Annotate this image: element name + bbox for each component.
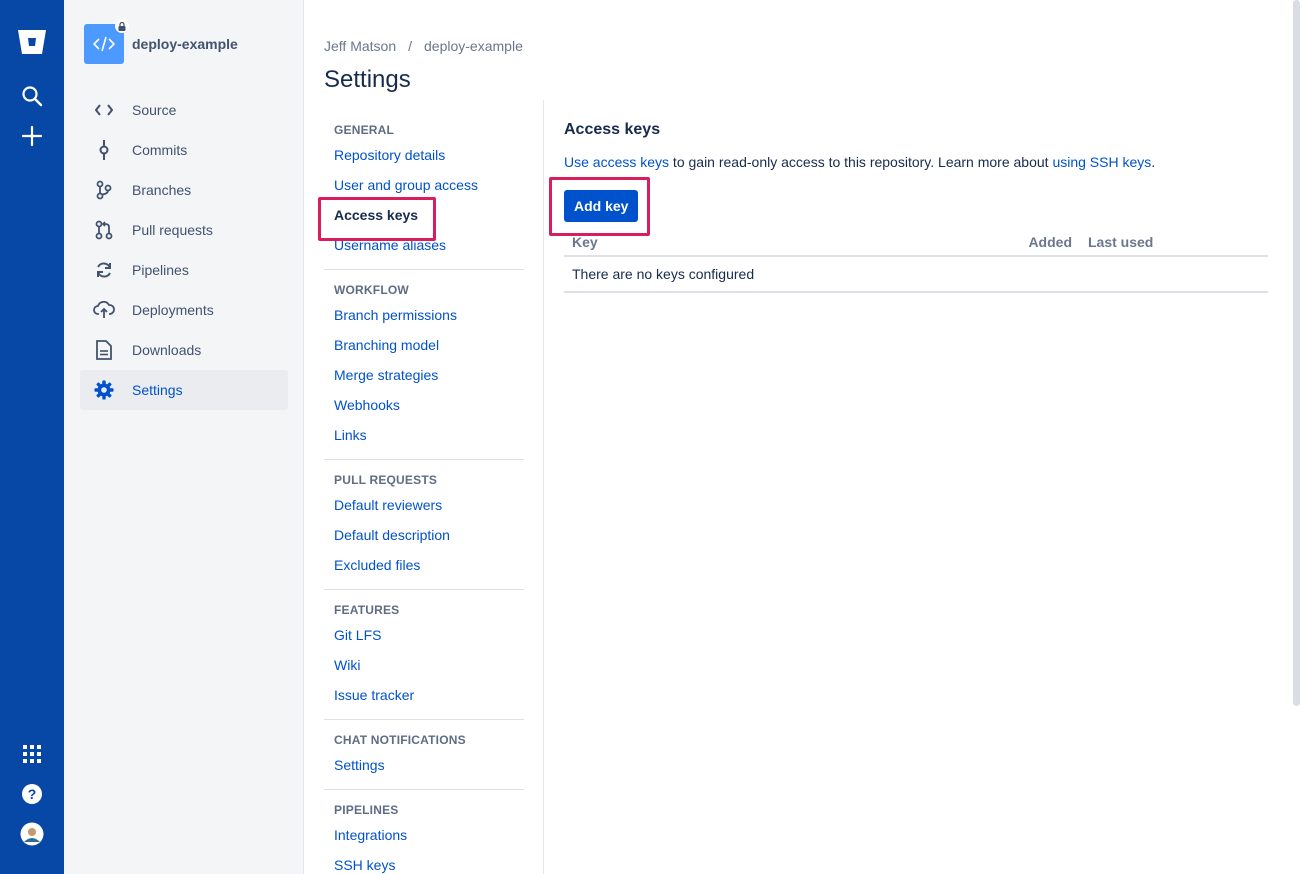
- pull-requests-icon: [92, 218, 116, 242]
- side-nav: Source Commits Branches Pull requests Pi…: [80, 90, 288, 410]
- source-icon: [92, 98, 116, 122]
- access-keys-highlight: [318, 197, 436, 241]
- settings-section-workflow: WORKFLOW Branch permissions Branching mo…: [324, 270, 524, 460]
- profile-avatar[interactable]: [16, 818, 48, 850]
- branches-icon: [92, 178, 116, 202]
- settings-link-chat-settings[interactable]: Settings: [324, 750, 524, 780]
- content-divider: [543, 100, 544, 874]
- sidebar-item-label: Pipelines: [132, 262, 189, 278]
- repo-avatar: [84, 19, 129, 64]
- sidebar-item-deployments[interactable]: Deployments: [80, 290, 288, 330]
- global-nav: ?: [0, 0, 64, 874]
- column-header-last-used[interactable]: Last used: [1080, 228, 1268, 257]
- table-header-row: Key Added Last used: [564, 228, 1268, 257]
- sidebar-item-label: Downloads: [132, 342, 202, 358]
- settings-gear-icon: [92, 378, 116, 402]
- settings-link-default-description[interactable]: Default description: [324, 520, 524, 550]
- settings-section-general: GENERAL Repository details User and grou…: [324, 110, 524, 270]
- sidebar-item-label: Commits: [132, 142, 188, 158]
- section-heading: GENERAL: [334, 123, 395, 137]
- app-switcher-icon[interactable]: [16, 738, 48, 770]
- create-icon[interactable]: [16, 120, 48, 152]
- access-keys-panel: Access keys Use access keys to gain read…: [564, 110, 1268, 293]
- empty-state-message: There are no keys configured: [564, 256, 1268, 293]
- settings-link-branching-model[interactable]: Branching model: [324, 330, 524, 360]
- settings-section-pipelines: PIPELINES Integrations SSH keys: [324, 790, 524, 874]
- settings-link-branch-permissions[interactable]: Branch permissions: [324, 300, 524, 330]
- section-heading: CHAT NOTIFICATIONS: [334, 733, 466, 747]
- sidebar-item-pipelines[interactable]: Pipelines: [80, 250, 288, 290]
- svg-text:?: ?: [28, 786, 37, 802]
- settings-section-pull-requests: PULL REQUESTS Default reviewers Default …: [324, 460, 524, 590]
- help-icon[interactable]: ?: [16, 778, 48, 810]
- section-heading: PIPELINES: [334, 803, 399, 817]
- using-ssh-keys-link[interactable]: using SSH keys: [1052, 154, 1151, 170]
- settings-link-ssh-keys[interactable]: SSH keys: [324, 850, 524, 874]
- section-heading: PULL REQUESTS: [334, 473, 438, 487]
- settings-link-links[interactable]: Links: [324, 420, 524, 450]
- breadcrumb-owner[interactable]: Jeff Matson: [324, 38, 396, 54]
- section-heading: WORKFLOW: [334, 283, 409, 297]
- sidebar-item-settings[interactable]: Settings: [80, 370, 288, 410]
- repo-header[interactable]: deploy-example: [84, 19, 238, 64]
- sidebar-item-source[interactable]: Source: [80, 90, 288, 130]
- settings-link-user-and-group-access[interactable]: User and group access: [324, 170, 524, 200]
- pipelines-icon: [92, 258, 116, 282]
- sidebar-item-label: Pull requests: [132, 222, 213, 238]
- table-row: There are no keys configured: [564, 256, 1268, 293]
- project-sidebar: deploy-example Source Commits Branches P…: [64, 0, 304, 874]
- use-access-keys-link[interactable]: Use access keys: [564, 154, 669, 170]
- settings-link-repository-details[interactable]: Repository details: [324, 140, 524, 170]
- content-title: Access keys: [564, 121, 661, 138]
- sidebar-item-label: Deployments: [132, 302, 214, 318]
- settings-link-wiki[interactable]: Wiki: [324, 650, 524, 680]
- section-heading: FEATURES: [334, 603, 400, 617]
- column-header-added[interactable]: Added: [1020, 228, 1080, 257]
- sidebar-item-pull-requests[interactable]: Pull requests: [80, 210, 288, 250]
- bitbucket-logo-icon[interactable]: [16, 26, 48, 58]
- description-text: to gain read-only access to this reposit…: [669, 154, 1053, 170]
- sidebar-item-commits[interactable]: Commits: [80, 130, 288, 170]
- lock-icon: [115, 19, 129, 33]
- repo-name[interactable]: deploy-example: [132, 36, 238, 52]
- sidebar-item-downloads[interactable]: Downloads: [80, 330, 288, 370]
- search-icon[interactable]: [16, 80, 48, 112]
- content-description: Use access keys to gain read-only access…: [564, 150, 1268, 174]
- breadcrumb-repo[interactable]: deploy-example: [424, 38, 523, 54]
- commits-icon: [92, 138, 116, 162]
- deployments-icon: [92, 298, 116, 322]
- sidebar-item-label: Source: [132, 102, 177, 118]
- sidebar-item-label: Branches: [132, 182, 192, 198]
- breadcrumb: Jeff Matson / deploy-example: [324, 38, 523, 54]
- keys-table: Key Added Last used There are no keys co…: [564, 228, 1268, 293]
- page-title: Settings: [324, 66, 411, 93]
- code-icon: [93, 36, 115, 52]
- add-key-highlight: [549, 177, 650, 236]
- description-end: .: [1151, 154, 1156, 170]
- settings-section-chat-notifications: CHAT NOTIFICATIONS Settings: [324, 720, 524, 790]
- settings-link-excluded-files[interactable]: Excluded files: [324, 550, 524, 580]
- settings-link-git-lfs[interactable]: Git LFS: [324, 620, 524, 650]
- sidebar-item-branches[interactable]: Branches: [80, 170, 288, 210]
- page-scrollbar[interactable]: [1293, 0, 1300, 706]
- settings-section-features: FEATURES Git LFS Wiki Issue tracker: [324, 590, 524, 720]
- settings-link-integrations[interactable]: Integrations: [324, 820, 524, 850]
- settings-link-default-reviewers[interactable]: Default reviewers: [324, 490, 524, 520]
- settings-link-merge-strategies[interactable]: Merge strategies: [324, 360, 524, 390]
- downloads-icon: [92, 338, 116, 362]
- breadcrumb-separator: /: [408, 38, 413, 54]
- settings-link-issue-tracker[interactable]: Issue tracker: [324, 680, 524, 710]
- settings-link-webhooks[interactable]: Webhooks: [324, 390, 524, 420]
- sidebar-item-label: Settings: [132, 382, 183, 398]
